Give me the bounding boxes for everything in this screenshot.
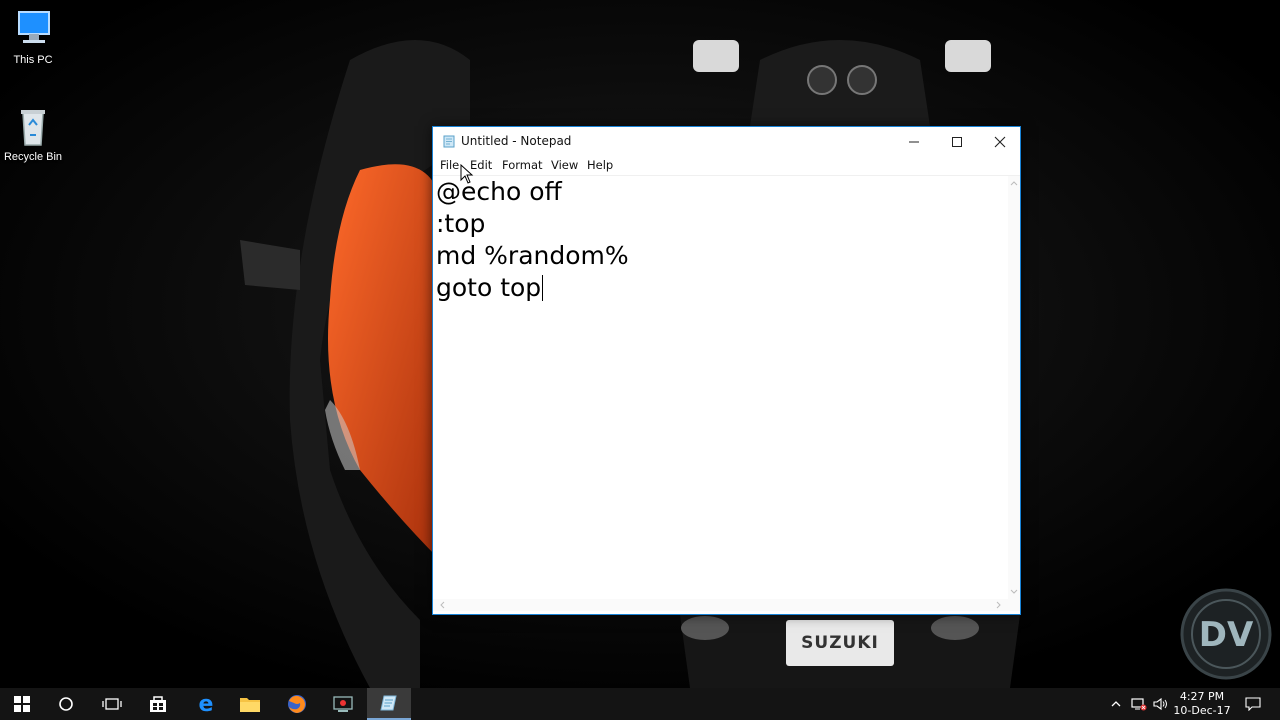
notepad-icon	[443, 135, 455, 148]
dv-watermark-logo: DV	[1180, 588, 1272, 680]
scroll-up-icon	[1010, 181, 1018, 186]
cortana-search-button[interactable]	[44, 688, 88, 720]
task-view-button[interactable]	[90, 688, 134, 720]
text-editor[interactable]: @echo off :top md %random% goto top	[433, 176, 1008, 599]
firefox-button[interactable]	[275, 688, 319, 720]
scroll-left-icon	[440, 601, 445, 609]
network-button[interactable]	[1128, 688, 1150, 720]
taskbar: e	[0, 688, 1280, 720]
desktop-icon-label: Recycle Bin	[3, 151, 63, 163]
chevron-up-icon	[1111, 701, 1121, 707]
file-explorer-button[interactable]	[228, 688, 272, 720]
task-view-icon	[102, 698, 122, 710]
clock-time: 4:27 PM	[1179, 690, 1225, 703]
media-app-icon	[333, 696, 353, 712]
vertical-scrollbar[interactable]	[1008, 176, 1020, 599]
menu-help[interactable]: Help	[587, 158, 613, 172]
desktop-icon-recycle-bin[interactable]: Recycle Bin	[0, 105, 68, 163]
minimize-icon	[909, 141, 919, 142]
recycle-bin-icon	[21, 110, 45, 146]
cortana-search-icon	[59, 697, 73, 711]
notification-icon	[1245, 697, 1261, 711]
file-explorer-icon	[240, 698, 260, 712]
maximize-button[interactable]	[935, 127, 979, 156]
firefox-icon	[288, 695, 306, 713]
desktop-icon-label: This PC	[13, 54, 53, 66]
menu-view[interactable]: View	[551, 158, 578, 172]
maximize-icon	[952, 136, 962, 147]
notepad-icon	[380, 695, 397, 711]
resize-grip[interactable]	[1008, 599, 1020, 611]
this-pc-icon	[18, 11, 50, 43]
editor-line: goto top	[436, 273, 542, 302]
media-app-button[interactable]	[321, 688, 365, 720]
close-button[interactable]	[978, 127, 1022, 156]
start-icon	[14, 696, 30, 712]
store-icon	[150, 696, 166, 712]
scroll-down-icon	[1010, 589, 1018, 594]
watermark-letters: DV	[1199, 615, 1254, 655]
editor-line: :top	[436, 209, 486, 238]
close-icon	[994, 136, 1006, 147]
editor-line-current: goto top	[436, 272, 544, 304]
menu-file[interactable]: File	[440, 158, 459, 172]
store-button[interactable]	[136, 688, 180, 720]
show-hidden-icons-button[interactable]	[1105, 688, 1127, 720]
notepad-taskbar-button[interactable]	[367, 688, 411, 720]
editor-line: @echo off	[436, 177, 562, 206]
network-icon	[1131, 698, 1147, 711]
minimize-button[interactable]	[892, 127, 936, 156]
text-caret	[542, 275, 544, 301]
start-button[interactable]	[0, 688, 44, 720]
horizontal-scrollbar[interactable]	[433, 599, 1008, 611]
editor-line: md %random%	[436, 241, 629, 270]
edge-icon: e	[199, 693, 214, 715]
window-title: Untitled - Notepad	[461, 134, 572, 148]
edge-button[interactable]: e	[184, 688, 228, 720]
clock-date: 10-Dec-17	[1173, 704, 1231, 717]
menu-format[interactable]: Format	[502, 158, 543, 172]
action-center-button[interactable]	[1238, 688, 1268, 720]
title-bar[interactable]: Untitled - Notepad	[433, 127, 1020, 156]
system-clock[interactable]: 4:27 PM 10-Dec-17	[1166, 690, 1238, 718]
menu-bar: File Edit Format View Help	[433, 156, 1020, 176]
svg-text:e: e	[199, 693, 214, 715]
wallpaper-brand-plate: SUZUKI	[786, 620, 894, 666]
scroll-right-icon	[996, 601, 1001, 609]
mouse-cursor-icon	[460, 164, 474, 184]
notepad-window[interactable]: Untitled - Notepad File Edit Format View…	[432, 126, 1021, 615]
desktop-icon-this-pc[interactable]: This PC	[0, 8, 68, 66]
